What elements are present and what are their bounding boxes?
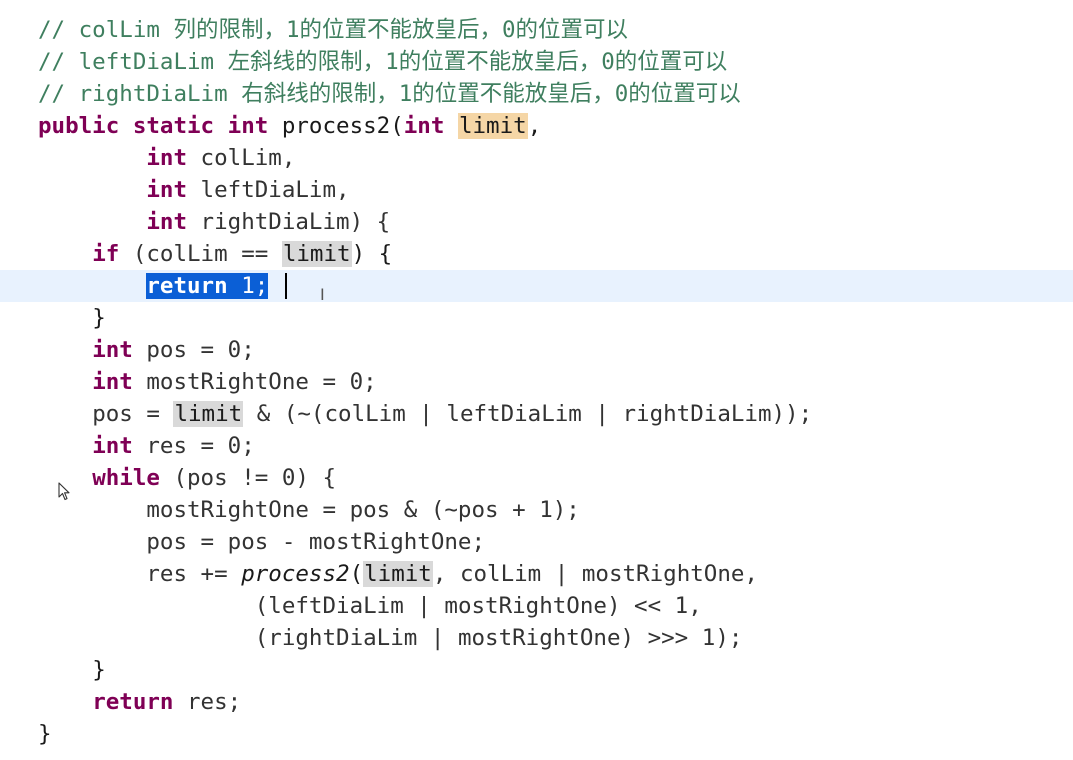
method-name: process2( [268, 113, 404, 139]
text-caret [285, 273, 287, 299]
comment-text: // rightDiaLim 右斜线的限制，1的位置不能放皇后，0的位置可以 [38, 81, 741, 107]
code-line[interactable]: int colLim, [0, 142, 1073, 174]
code-line[interactable]: pos = limit & (~(colLim | leftDiaLim | r… [0, 398, 1073, 430]
code-line[interactable]: pos = pos - mostRightOne; [0, 526, 1073, 558]
code-line[interactable]: } [0, 302, 1073, 334]
keyword: return [92, 689, 174, 715]
arrow-pointer-icon [58, 482, 70, 501]
i-beam-icon: I [320, 285, 325, 304]
current-line[interactable]: return 1; [0, 270, 1073, 302]
method-signature-line[interactable]: public static int process2(int limit, [0, 110, 1073, 142]
keyword: int [92, 433, 133, 459]
keyword: if [92, 241, 120, 267]
keyword: int [92, 337, 133, 363]
parameter: leftDiaLim, [187, 177, 350, 203]
keyword: int [146, 145, 188, 171]
code-line[interactable]: (leftDiaLim | mostRightOne) << 1, [0, 590, 1073, 622]
method-call[interactable]: process2 [241, 561, 349, 587]
code-line[interactable]: // rightDiaLim 右斜线的限制，1的位置不能放皇后，0的位置可以 [0, 78, 1073, 110]
parameter: rightDiaLim) { [187, 209, 391, 235]
code-line[interactable]: } [0, 654, 1073, 686]
limit-occurrence-highlight[interactable]: limit [281, 241, 352, 267]
comment-text: // leftDiaLim 左斜线的限制，1的位置不能放皇后，0的位置可以 [38, 49, 728, 75]
limit-occurrence-highlight[interactable]: limit [173, 401, 244, 427]
code-line[interactable]: res += process2(limit, colLim | mostRigh… [0, 558, 1073, 590]
keyword: public static int [38, 113, 269, 139]
code-line[interactable]: if (colLim == limit) { [0, 238, 1073, 270]
closing-brace: } [92, 305, 106, 331]
code-line[interactable]: while (pos != 0) { [0, 462, 1073, 494]
code-line[interactable]: // leftDiaLim 左斜线的限制，1的位置不能放皇后，0的位置可以 [0, 46, 1073, 78]
closing-brace: } [38, 721, 52, 747]
code-line[interactable]: int pos = 0; [0, 334, 1073, 366]
keyword: while [92, 465, 160, 491]
code-line[interactable]: // colLim 列的限制，1的位置不能放皇后，0的位置可以 [0, 14, 1073, 46]
code-line[interactable]: int mostRightOne = 0; [0, 366, 1073, 398]
keyword: int [403, 113, 445, 139]
parameter: colLim, [187, 145, 296, 171]
code-line[interactable]: int leftDiaLim, [0, 174, 1073, 206]
keyword: int [146, 209, 188, 235]
keyword: return [146, 273, 228, 299]
keyword: int [92, 369, 133, 395]
limit-occurrence-highlight[interactable]: limit [363, 561, 433, 587]
code-line[interactable]: int res = 0; [0, 430, 1073, 462]
keyword: int [146, 177, 188, 203]
parameter-limit-highlight[interactable]: limit [457, 113, 528, 139]
code-line[interactable]: } [0, 718, 1073, 750]
code-line[interactable]: (rightDiaLim | mostRightOne) >>> 1); [0, 622, 1073, 654]
code-line[interactable]: int rightDiaLim) { [0, 206, 1073, 238]
code-line[interactable]: mostRightOne = pos & (~pos + 1); [0, 494, 1073, 526]
text-selection[interactable]: return 1; [146, 273, 269, 299]
code-editor[interactable]: // colLim 列的限制，1的位置不能放皇后，0的位置可以 // leftD… [0, 0, 1073, 760]
comment-text: // colLim 列的限制，1的位置不能放皇后，0的位置可以 [38, 17, 629, 43]
code-line[interactable]: return res; [0, 686, 1073, 718]
closing-brace: } [92, 657, 106, 683]
